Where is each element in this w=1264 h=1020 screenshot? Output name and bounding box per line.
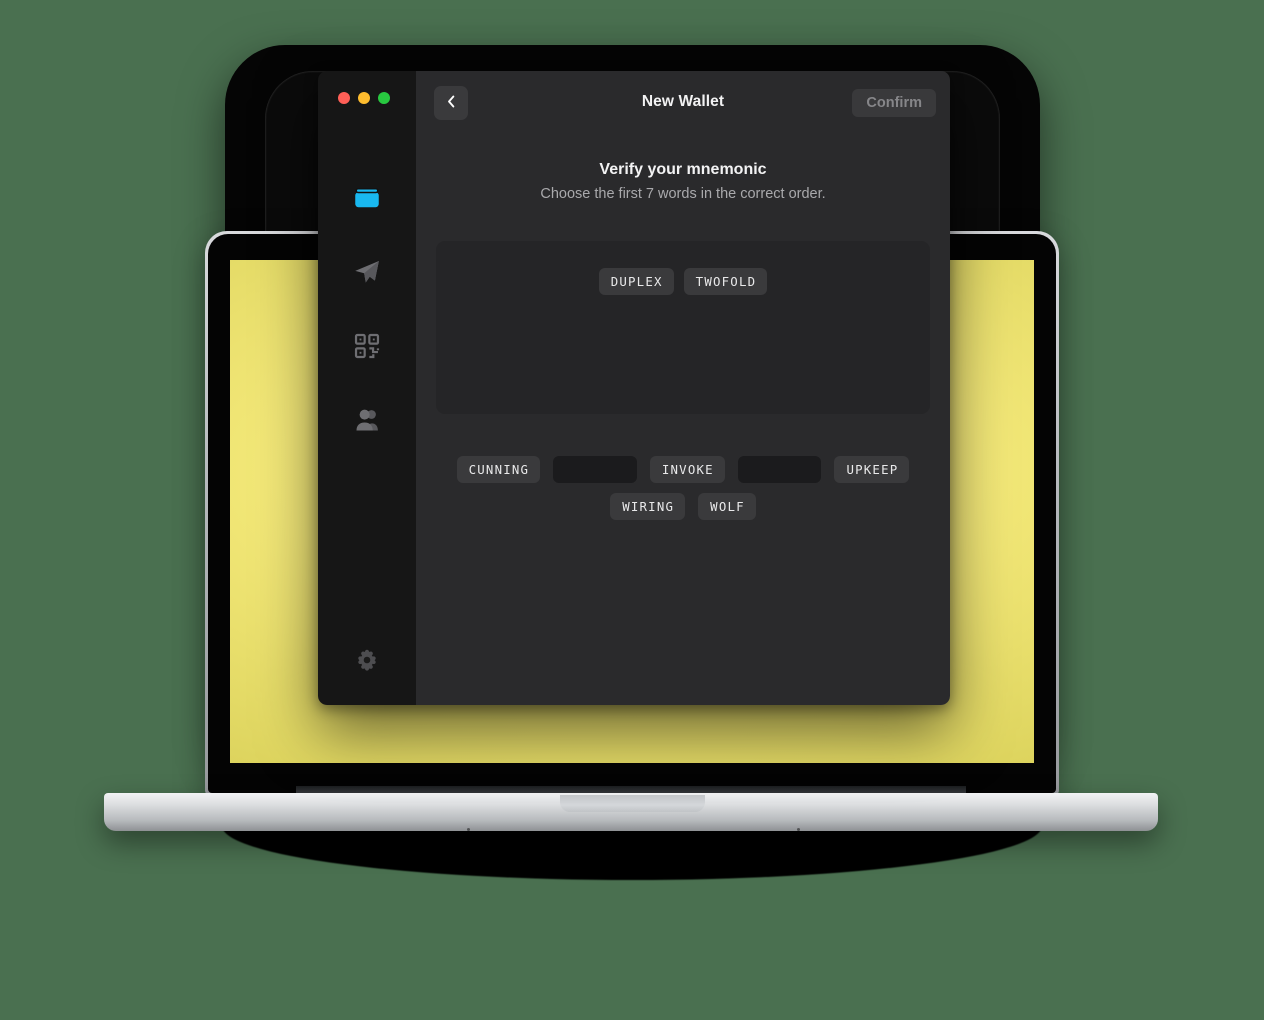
send-icon (352, 257, 382, 287)
titlebar: New Wallet Confirm (416, 71, 950, 133)
chevron-left-icon (444, 94, 459, 112)
word-slot-empty (553, 456, 637, 484)
laptop-base-dot (467, 828, 470, 831)
sidebar-item-wallet[interactable] (318, 161, 416, 235)
word-slot-empty (737, 456, 822, 484)
instructions: Verify your mnemonic Choose the first 7 … (416, 161, 950, 202)
scene: New Wallet Confirm Verify your mnemonic … (0, 0, 1264, 1020)
word-bank-chip[interactable]: WIRING (610, 493, 686, 521)
qr-code-icon (353, 332, 381, 360)
word-bank-chip[interactable]: INVOKE (649, 456, 725, 484)
sidebar-item-contacts[interactable] (318, 383, 416, 457)
selected-word-chip[interactable]: DUPLEX (598, 268, 674, 296)
selected-words-area[interactable]: DUPLEX TWOFOLD (436, 241, 930, 414)
wallet-icon (352, 183, 382, 213)
zoom-button[interactable] (378, 92, 390, 104)
selected-word-chip[interactable]: TWOFOLD (683, 268, 768, 296)
word-bank: CUNNING INVOKE UPKEEP WIRING WOLF (436, 456, 930, 521)
sidebar (318, 71, 416, 705)
close-button[interactable] (338, 92, 350, 104)
laptop-notch (560, 795, 705, 812)
word-bank-chip[interactable]: CUNNING (456, 456, 541, 484)
confirm-button[interactable]: Confirm (852, 89, 936, 117)
gear-icon (355, 648, 379, 677)
traffic-lights (338, 92, 390, 104)
main-panel: New Wallet Confirm Verify your mnemonic … (416, 71, 950, 705)
verify-heading: Verify your mnemonic (599, 161, 767, 178)
laptop-base-dot (797, 828, 800, 831)
word-bank-chip[interactable]: WOLF (698, 493, 756, 521)
contacts-icon (352, 405, 382, 435)
back-button[interactable] (434, 86, 468, 120)
minimize-button[interactable] (358, 92, 370, 104)
sidebar-item-send[interactable] (318, 235, 416, 309)
sidebar-item-settings[interactable] (318, 637, 416, 687)
sidebar-item-receive[interactable] (318, 309, 416, 383)
laptop-shadow (222, 826, 1042, 880)
sidebar-nav (318, 161, 416, 457)
wallet-app-window: New Wallet Confirm Verify your mnemonic … (318, 71, 950, 705)
verify-subheading: Choose the first 7 words in the correct … (540, 186, 826, 202)
word-bank-chip[interactable]: UPKEEP (834, 456, 910, 484)
